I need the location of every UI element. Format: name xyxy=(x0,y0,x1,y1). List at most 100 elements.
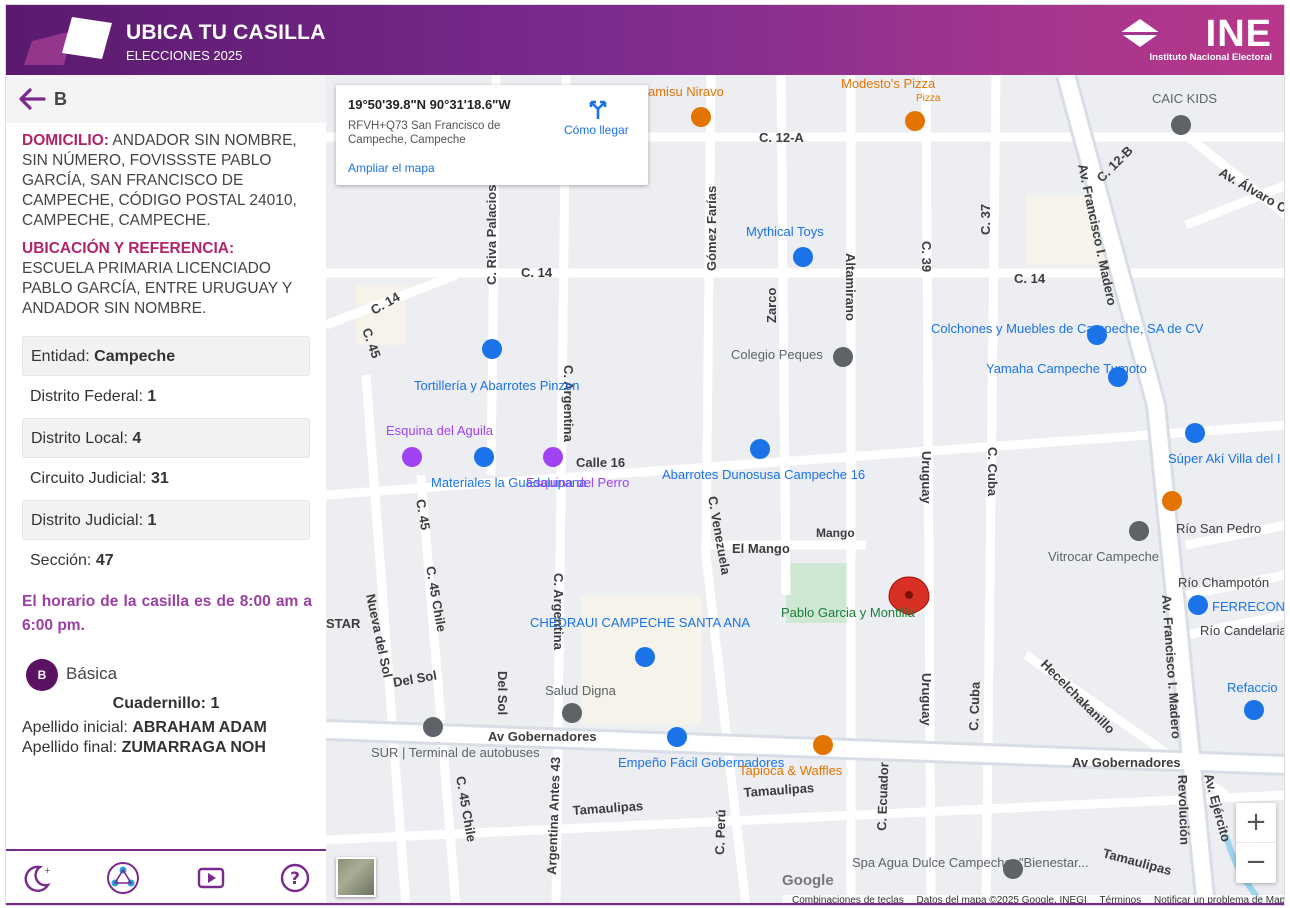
street-label: Mango xyxy=(816,526,855,540)
header-title: UBICA TU CASILLA xyxy=(126,21,326,44)
poi-label: SUR | Terminal de autobuses xyxy=(371,745,540,760)
back-arrow-icon[interactable] xyxy=(16,87,46,111)
street-label: Revolución xyxy=(1175,775,1192,846)
restaurant-pin-icon[interactable] xyxy=(691,107,711,127)
info-value: 4 xyxy=(132,430,142,447)
info-label: Distrito Federal: xyxy=(30,388,143,405)
street-label: C. Ecuador xyxy=(874,762,891,831)
school-pin-icon[interactable] xyxy=(833,347,853,367)
info-distrito-local: Distrito Local: 4 xyxy=(22,418,310,458)
directions-icon[interactable] xyxy=(586,97,610,121)
map-view[interactable]: C. 12-A C. 14 C. 14 C. 14 Calle 16 Av Go… xyxy=(326,75,1285,906)
ubicacion-text: ESCUELA PRIMARIA LICENCIADO PABLO GARCÍA… xyxy=(22,260,292,317)
street-label: Uruguay xyxy=(919,451,934,505)
poi-label: Tortillería y Abarrotes Pinzon xyxy=(414,378,579,393)
zoom-control: + − xyxy=(1236,803,1276,883)
school-pin-icon[interactable] xyxy=(1171,115,1191,135)
casilla-type-badge: B xyxy=(26,659,58,691)
apellido-inicial-label: Apellido inicial: xyxy=(22,719,128,736)
bar-pin-icon[interactable] xyxy=(543,447,563,467)
plus-code-text: RFVH+Q73 San Francisco de Campeche, Camp… xyxy=(348,120,501,146)
apellido-final-value: ZUMARRAGA NOH xyxy=(121,739,266,756)
domicilio-label: DOMICILIO: xyxy=(22,132,109,149)
shop-pin-icon[interactable] xyxy=(474,447,494,467)
map-canvas[interactable]: C. 12-A C. 14 C. 14 C. 14 Calle 16 Av Go… xyxy=(326,75,1285,906)
domicilio-block: DOMICILIO: ANDADOR SIN NOMBRE, SIN NÚMER… xyxy=(22,131,304,231)
place-pin-icon[interactable] xyxy=(562,703,582,723)
poi-label: Spa Agua Dulce Campeche. "Bienestar... xyxy=(852,855,1089,870)
bottom-toolbar: + ? xyxy=(6,849,326,905)
apellido-inicial-value: ABRAHAM ADAM xyxy=(132,719,267,736)
street-label: Del Sol xyxy=(495,671,510,715)
poi-label: Yamaha Campeche Tumoto xyxy=(986,361,1147,376)
poi-label: CHEDRAUI CAMPECHE SANTA ANA xyxy=(530,615,750,630)
info-entidad: Entidad: Campeche xyxy=(22,336,310,376)
network-icon[interactable] xyxy=(106,861,140,895)
ine-logo-text: INE xyxy=(1205,13,1272,55)
apellido-final-label: Apellido final: xyxy=(22,739,118,756)
poi-label: Pablo Garcia y Montilla xyxy=(781,605,915,620)
poi-label: Colegio Peques xyxy=(731,347,823,362)
shop-pin-icon[interactable] xyxy=(482,339,502,359)
street-label: C. 14 xyxy=(1014,271,1046,286)
poi-label: Río San Pedro xyxy=(1176,521,1261,536)
info-label: Entidad: xyxy=(31,348,90,365)
cart-pin-icon[interactable] xyxy=(1185,423,1205,443)
info-label: Circuito Judicial: xyxy=(30,470,147,487)
moon-icon[interactable]: + xyxy=(20,861,54,895)
zoom-in-button[interactable]: + xyxy=(1236,803,1276,843)
ballot-logo-icon xyxy=(24,17,112,65)
cart-pin-icon[interactable] xyxy=(750,439,770,459)
sidebar: B DOMICILIO: ANDADOR SIN NOMBRE, SIN NÚM… xyxy=(6,75,326,905)
zoom-out-button[interactable]: − xyxy=(1236,843,1276,883)
restaurant-pin-icon[interactable] xyxy=(905,111,925,131)
directions-link[interactable]: Cómo llegar xyxy=(564,123,629,137)
google-logo: Google xyxy=(782,872,834,889)
street-label: C. 14 xyxy=(521,265,553,280)
street-label: Altamirano xyxy=(843,253,858,321)
svg-text:?: ? xyxy=(290,869,300,889)
poi-label: Mythical Toys xyxy=(746,224,824,239)
bar-pin-icon[interactable] xyxy=(402,447,422,467)
footer-line xyxy=(6,903,1284,905)
info-value: 1 xyxy=(147,388,157,405)
street-label: C. 12-A xyxy=(759,130,804,145)
shop-pin-icon[interactable] xyxy=(1244,700,1264,720)
street-label: C. Argentina xyxy=(561,365,576,443)
satellite-toggle[interactable] xyxy=(336,857,376,897)
info-value: 31 xyxy=(150,470,169,487)
place-pin-icon[interactable] xyxy=(1129,521,1149,541)
cafe-pin-icon[interactable] xyxy=(813,735,833,755)
coordinates-text: 19°50'39.8"N 90°31'18.6"W xyxy=(348,97,511,112)
shop-pin-icon[interactable] xyxy=(667,727,687,747)
cart-pin-icon[interactable] xyxy=(635,647,655,667)
poi-label: Esquina del Aguila xyxy=(386,423,494,438)
street-label: C. Riva Palacios xyxy=(484,185,499,285)
poi-label: Tapioca & Waffles xyxy=(739,763,843,778)
help-icon[interactable]: ? xyxy=(278,861,312,895)
street-label: C. 37 xyxy=(978,204,993,235)
bus-pin-icon[interactable] xyxy=(423,717,443,737)
street-label: Calle 16 xyxy=(576,455,625,470)
street-label: Zarco xyxy=(764,288,779,323)
poi-label: Esquina del Perro xyxy=(526,475,629,490)
poi-label: CAIC KIDS xyxy=(1152,91,1217,106)
ubicacion-block: UBICACIÓN Y REFERENCIA: ESCUELA PRIMARIA… xyxy=(22,239,304,319)
street-label: El Mango xyxy=(732,541,790,556)
street-label: Gómez Farías xyxy=(704,186,719,271)
info-label: Distrito Judicial: xyxy=(31,512,144,529)
shop-pin-icon[interactable] xyxy=(1188,595,1208,615)
enlarge-map-link[interactable]: Ampliar el mapa xyxy=(348,161,435,175)
info-seccion: Sección: 47 xyxy=(22,541,310,581)
restaurant-pin-icon[interactable] xyxy=(1162,491,1182,511)
play-icon[interactable] xyxy=(194,861,228,895)
info-label: Distrito Local: xyxy=(31,430,128,447)
street-label: C. Perú xyxy=(712,809,729,855)
horario-text: El horario de la casilla es de 8:00 am a… xyxy=(22,593,312,634)
street-label: C. Cuba xyxy=(985,447,1000,497)
header-subtitle: ELECCIONES 2025 xyxy=(126,48,243,63)
apellido-inicial: Apellido inicial: ABRAHAM ADAM xyxy=(22,719,267,737)
shop-pin-icon[interactable] xyxy=(793,247,813,267)
info-value: 47 xyxy=(95,552,114,569)
poi-label: Modesto's Pizza xyxy=(841,76,936,91)
